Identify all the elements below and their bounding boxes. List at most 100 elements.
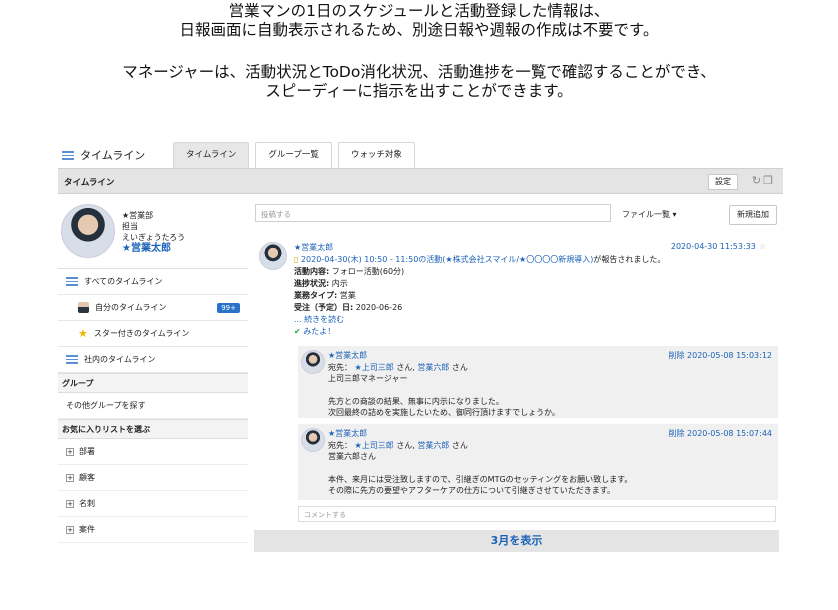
favorite-item-label: 顧客 <box>79 473 95 482</box>
comment-line: 本件、来月には受注致しますので、引継ぎのMTGのセッティングをお願い致します。 <box>328 474 633 484</box>
comment-author[interactable]: ★営業太郎 <box>328 350 560 362</box>
profile-text: ★営業部 担当 えいぎょうたろう ★営業太郎 <box>122 210 185 254</box>
comment-meta: 削除 2020-05-08 15:07:44 <box>668 428 772 440</box>
activity-order-date: 受注（予定）日: 2020-06-26 <box>294 302 778 314</box>
caption-line-1: 営業マンの1日のスケジュールと活動登録した情報は、 <box>228 2 610 20</box>
avatar[interactable] <box>301 428 325 452</box>
field-label: 業務タイプ: <box>294 291 338 300</box>
comment-addressee: 営業六郎さん <box>328 452 376 461</box>
comment-body: ★営業太郎 宛先： ★上司三郎 さん, 営業六郎 さん 上司三郎マネージャー 先… <box>328 350 560 419</box>
field-value: 2020-06-26 <box>355 303 403 312</box>
recipient-link[interactable]: 営業六郎 <box>417 441 449 450</box>
entry-timestamp: 2020-04-30 11:53:33 ☆ <box>671 242 766 251</box>
favorite-item-customer[interactable]: + 顧客 <box>58 465 248 491</box>
sidebar-item-all-timeline[interactable]: すべてのタイムライン <box>58 269 248 295</box>
activity-line: ▯ 2020-04-30(木) 10:50 - 11:50の活動(★株式会社スマ… <box>294 254 778 266</box>
check-icon: ✔ <box>294 327 301 336</box>
star-icon[interactable]: ☆ <box>759 242 766 251</box>
file-list-dropdown[interactable]: ファイル一覧 ▾ <box>622 209 677 220</box>
read-more-link[interactable]: ... 続きを読む <box>294 314 778 326</box>
settings-button[interactable]: 設定 <box>708 174 738 190</box>
comment-input[interactable]: コメントする <box>298 506 776 522</box>
toolbar-icons: ↻❐ <box>752 174 775 187</box>
section-title: タイムライン <box>64 178 115 188</box>
post-input[interactable]: 投稿する <box>255 204 611 222</box>
sidebar-item-label: 自分のタイムライン <box>95 303 167 312</box>
find-groups-link[interactable]: その他グループを探す <box>58 393 248 419</box>
main-timeline: 投稿する ファイル一覧 ▾ 新規追加 ★営業太郎 ▯ 2020-04-30(木)… <box>254 196 783 555</box>
refresh-icon[interactable]: ↻ <box>752 174 763 187</box>
recipients-label: 宛先： <box>328 440 352 450</box>
window-icon[interactable]: ❐ <box>763 174 775 187</box>
caption-block-2: マネージャーは、活動状況とToDo消化状況、活動進捗を一覧で確認することができ、… <box>0 63 838 101</box>
sidebar-item-starred-timeline[interactable]: ★ スター付きのタイムライン <box>58 321 248 347</box>
brand-title: タイムライン <box>80 149 146 162</box>
favorites-header: お気に入りリストを選ぶ <box>58 419 248 439</box>
timeline-app: タイムライン タイムライン グループ一覧 ウォッチ対象 タイムライン 設定 ↻❐… <box>58 140 783 555</box>
profile-name[interactable]: ★営業太郎 <box>122 243 185 254</box>
caption-line-4: スピーディーに指示を出すことができます。 <box>265 82 573 100</box>
brand: タイムライン <box>62 147 145 163</box>
delete-link[interactable]: 削除 <box>668 429 684 438</box>
comment-line: その際に先方の要望やアフターケアの仕方について引継ぎさせていただきます。 <box>328 486 615 495</box>
tab-group-list[interactable]: グループ一覧 <box>255 142 332 168</box>
recipient-link[interactable]: ★上司三郎 <box>355 363 394 372</box>
field-value: 営業 <box>339 291 356 300</box>
sidebar-item-company-timeline[interactable]: 社内のタイムライン <box>58 347 248 373</box>
sidebar-item-my-timeline[interactable]: 自分のタイムライン 99+ <box>58 295 248 321</box>
sidebar-item-label: すべてのタイムライン <box>84 277 163 286</box>
like-button[interactable]: ✔ みたよ！ <box>294 326 778 338</box>
count-badge: 99+ <box>217 303 240 313</box>
comment-author[interactable]: ★営業太郎 <box>328 428 632 440</box>
activity-content: 活動内容: フォロー活動(60分) <box>294 266 778 278</box>
sidebar-item-label: 社内のタイムライン <box>84 355 156 364</box>
comment: ★営業太郎 宛先： ★上司三郎 さん, 営業六郎 さん 上司三郎マネージャー 先… <box>298 346 778 418</box>
profile-kana: えいぎょうたろう <box>122 233 186 242</box>
field-value: 内示 <box>331 279 348 288</box>
avatar[interactable] <box>259 242 287 270</box>
expand-icon: + <box>66 447 74 456</box>
profile-dept: ★営業部 <box>122 211 154 220</box>
timeline-icon <box>66 277 78 286</box>
entry-body: ★営業太郎 ▯ 2020-04-30(木) 10:50 - 11:50の活動(★… <box>294 242 778 338</box>
field-label: 活動内容: <box>294 267 330 276</box>
avatar[interactable] <box>61 204 115 258</box>
groups-header: グループ <box>58 373 248 393</box>
recipient-link[interactable]: 営業六郎 <box>417 363 449 372</box>
person-icon <box>78 302 89 313</box>
add-new-button[interactable]: 新規追加 <box>729 205 777 225</box>
show-march-button[interactable]: 3月を表示 <box>254 530 779 552</box>
favorite-item-business-card[interactable]: + 名刺 <box>58 491 248 517</box>
sub-header: タイムライン 設定 ↻❐ <box>58 168 783 194</box>
like-label: みたよ！ <box>303 327 336 336</box>
caption-block-1: 営業マンの1日のスケジュールと活動登録した情報は、 日報画面に自動表示されるため… <box>0 2 838 40</box>
field-value: フォロー活動(60分) <box>331 267 405 276</box>
expand-icon: + <box>66 525 74 534</box>
recipient-link[interactable]: ★上司三郎 <box>355 441 394 450</box>
timeline-icon <box>62 150 74 160</box>
comment-time: 2020-05-08 15:07:44 <box>687 429 772 438</box>
favorite-item-dept[interactable]: + 部署 <box>58 439 248 465</box>
sidebar-item-label: スター付きのタイムライン <box>93 329 190 338</box>
comment-addressee: 上司三郎マネージャー <box>328 374 408 383</box>
comment-line: 次回最終の詰めを実施したいため、御同行頂けますでしょうか。 <box>328 408 560 417</box>
comment-line: 先方との商談の結果、無事に内示になりました。 <box>328 396 504 406</box>
recipient-suffix: さん <box>451 440 468 450</box>
activity-suffix: が報告されました。 <box>593 255 666 264</box>
tab-bar: タイムライン グループ一覧 ウォッチ対象 <box>173 142 415 168</box>
delete-link[interactable]: 削除 <box>668 351 684 360</box>
user-profile: ★営業部 担当 えいぎょうたろう ★営業太郎 <box>58 196 248 269</box>
favorite-item-label: 案件 <box>79 525 95 534</box>
comment-time: 2020-05-08 15:03:12 <box>687 351 772 360</box>
tab-watch-targets[interactable]: ウォッチ対象 <box>337 142 415 168</box>
comment-recipients: 宛先： ★上司三郎 さん, 営業六郎 さん <box>328 440 632 452</box>
document-icon: ▯ <box>294 255 299 264</box>
favorite-item-project[interactable]: + 案件 <box>58 517 248 543</box>
field-label: 進捗状況: <box>294 279 330 288</box>
activity-link[interactable]: 2020-04-30(木) 10:50 - 11:50の活動(★株式会社スマイル… <box>301 255 593 264</box>
activity-type: 業務タイプ: 営業 <box>294 290 778 302</box>
recipient-suffix: さん, <box>396 362 415 372</box>
tab-timeline[interactable]: タイムライン <box>173 142 250 168</box>
timeline-icon <box>66 355 78 364</box>
avatar[interactable] <box>301 350 325 374</box>
